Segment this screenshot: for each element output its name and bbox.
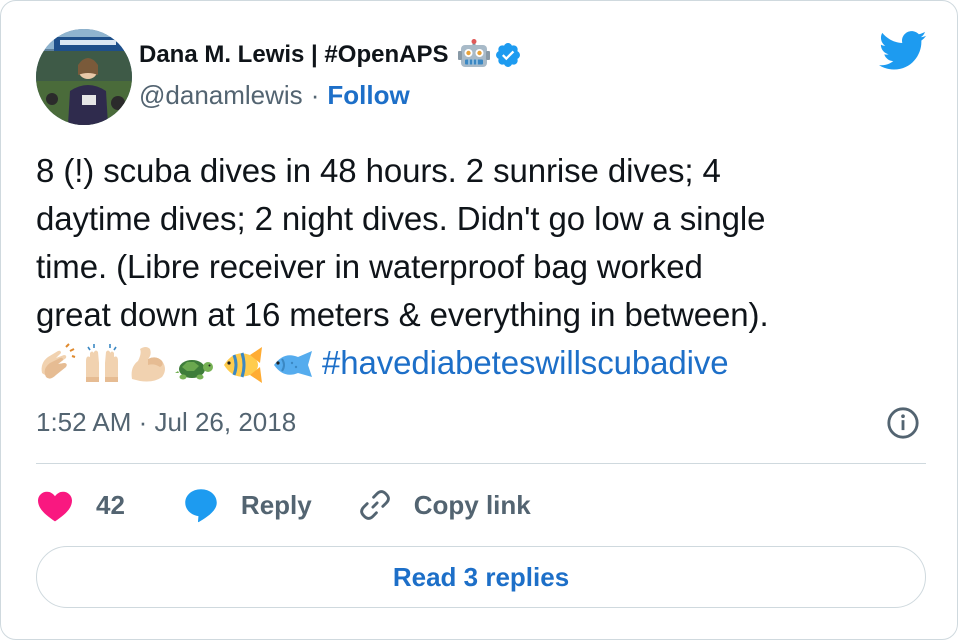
turtle-icon [175, 360, 213, 380]
author-display-name[interactable]: Dana M. Lewis | #OpenAPS [139, 41, 448, 69]
verified-badge-icon [496, 43, 521, 67]
fish-icon [274, 351, 312, 377]
flexed-biceps-icon [131, 347, 165, 382]
avatar[interactable] [36, 29, 132, 125]
tweet-actions: 42 Reply Copy link [36, 485, 531, 525]
tweet-text-line: great down at 16 meters & everything in … [36, 296, 769, 333]
clapping-hands-icon [41, 343, 76, 379]
tweet-card: Dana M. Lewis | #OpenAPS @danamlewis · F… [0, 0, 958, 640]
divider [36, 463, 926, 464]
tweet-text-line: daytime dives; 2 night dives. Didn't go … [36, 200, 766, 237]
twitter-bird-icon[interactable] [879, 31, 927, 71]
tweet-text-line: 8 (!) scuba dives in 48 hours. 2 sunrise… [36, 152, 721, 189]
tweet-timestamp[interactable]: 1:52 AM · Jul 26, 2018 [36, 404, 296, 440]
author-name-row: Dana M. Lewis | #OpenAPS [139, 37, 522, 73]
reply-button[interactable]: Reply [183, 487, 312, 523]
author-handle-row: @danamlewis · Follow [139, 77, 410, 113]
copy-link-label: Copy link [413, 489, 531, 520]
copy-link-button[interactable]: Copy link [358, 488, 531, 522]
heart-icon [38, 491, 72, 522]
robot-face-icon [458, 39, 491, 67]
hashtag-link[interactable]: #havediabeteswillscubadive [322, 339, 729, 387]
separator-dot: · [310, 79, 320, 110]
tweet-text: 8 (!) scuba dives in 48 hours. 2 sunrise… [36, 147, 936, 387]
author-handle[interactable]: @danamlewis [139, 80, 303, 111]
avatar-photo [36, 29, 132, 125]
tweet-text-line: time. (Libre receiver in waterproof bag … [36, 248, 703, 285]
raising-hands-icon [86, 344, 118, 382]
emoji-hashtag-line: #havediabeteswillscubadive [36, 339, 936, 387]
like-button[interactable]: 42 [36, 488, 125, 522]
follow-link[interactable]: Follow [327, 80, 409, 111]
like-count: 42 [96, 489, 125, 520]
tropical-fish-icon [224, 347, 262, 383]
info-icon[interactable] [886, 406, 920, 440]
link-icon [359, 490, 390, 520]
read-replies-button[interactable]: Read 3 replies [36, 546, 926, 608]
speech-bubble-icon [185, 489, 217, 523]
reply-label: Reply [240, 489, 312, 520]
